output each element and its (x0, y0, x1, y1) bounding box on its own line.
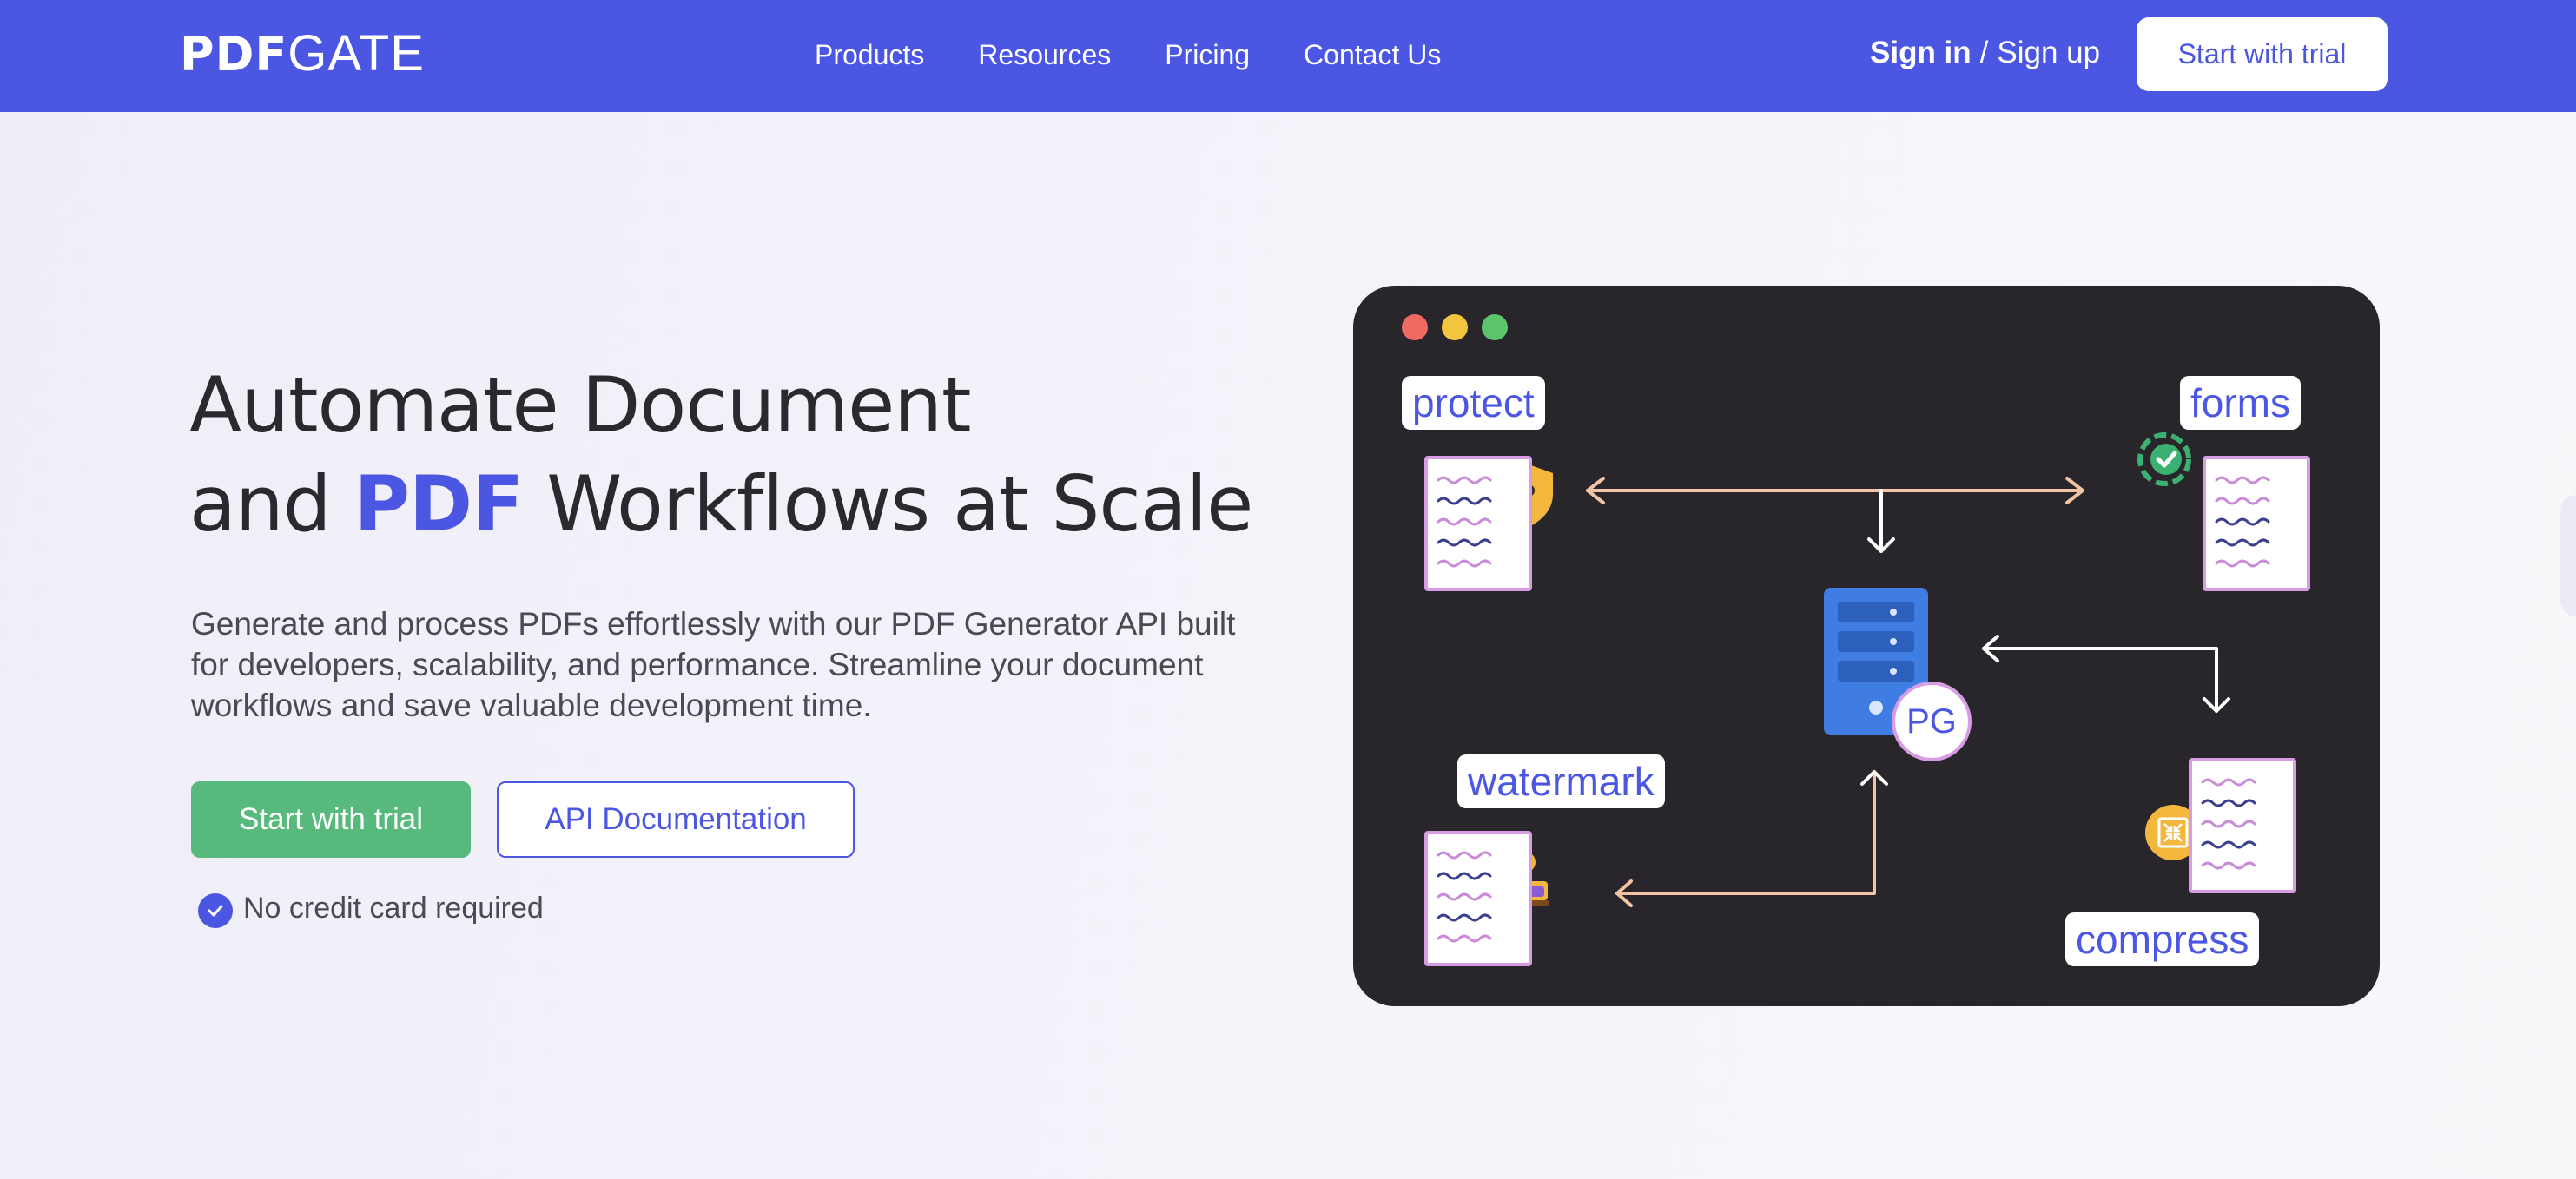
nav-link-pricing[interactable]: Pricing (1165, 33, 1250, 76)
auth-separator: / (1979, 36, 1989, 69)
signin-link[interactable]: Sign in (1870, 36, 1972, 69)
signup-link[interactable]: Sign up (1997, 36, 2100, 69)
nav-link-resources[interactable]: Resources (978, 33, 1111, 76)
top-navbar: PDFGATE Products Resources Pricing Conta… (0, 0, 2576, 112)
hero-title-line1: Automate Document (189, 360, 971, 450)
document-protect-icon (1424, 456, 1532, 591)
no-credit-card-text: No credit card required (243, 891, 544, 925)
api-docs-button[interactable]: API Documentation (497, 781, 855, 858)
form-check-icon (2137, 432, 2191, 486)
nav-links: Products Resources Pricing Contact Us (815, 33, 1441, 76)
arrow-server-compress (1982, 647, 2218, 713)
nav-start-trial-button[interactable]: Start with trial (2137, 17, 2388, 91)
document-compress-icon (2189, 758, 2296, 893)
nav-link-products[interactable]: Products (815, 33, 924, 76)
document-forms-icon (2203, 456, 2310, 591)
hero-title: Automate Document and PDF Workflows at S… (189, 356, 1275, 554)
illustration-window: protect forms watermark compress PG (1353, 286, 2380, 1006)
check-icon (198, 893, 233, 928)
hero-title-accent: PDF (353, 459, 525, 549)
hero-title-rest: Workflows at Scale (546, 459, 1253, 549)
logo-light: GATE (287, 25, 425, 82)
tag-protect: protect (1402, 376, 1545, 430)
nav-link-contact[interactable]: Contact Us (1304, 33, 1441, 76)
start-trial-button[interactable]: Start with trial (191, 781, 471, 858)
no-credit-card-note: No credit card required (198, 889, 544, 928)
hero-description: Generate and process PDFs effortlessly w… (191, 606, 1236, 723)
logo[interactable]: PDFGATE (180, 25, 425, 82)
tag-forms: forms (2180, 376, 2301, 430)
auth-links: Sign in / Sign up (1870, 31, 2100, 75)
pg-badge: PG (1892, 682, 1972, 761)
tag-watermark: watermark (1457, 754, 1665, 808)
hero-title-and: and (189, 459, 332, 549)
side-handle (2560, 495, 2576, 616)
document-watermark-icon (1424, 831, 1532, 966)
tag-compress: compress (2065, 912, 2260, 966)
logo-bold: PDF (180, 27, 288, 82)
